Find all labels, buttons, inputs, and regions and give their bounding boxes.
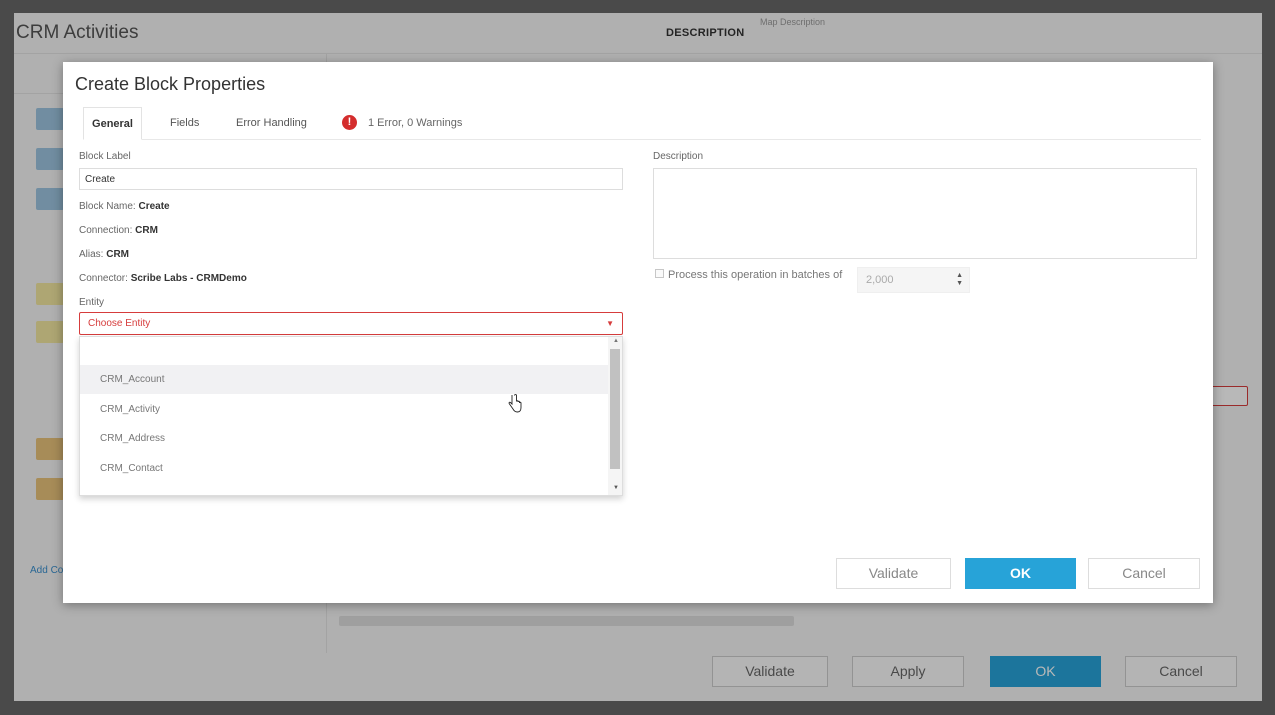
alias-label: Alias: [79,249,104,260]
block-label-input[interactable] [79,168,623,190]
batch-size-stepper[interactable]: 2,000 ▲ ▼ [857,267,970,293]
connection-row: Connection: CRM [79,225,158,236]
dialog-title: Create Block Properties [75,74,266,94]
hand-cursor-icon [508,394,522,413]
tab-error-handling[interactable]: Error Handling [236,107,307,140]
tab-bar: General Fields Error Handling ! 1 Error,… [83,107,1201,140]
validate-button[interactable]: Validate [836,558,951,589]
create-block-properties-dialog: Create Block Properties General Fields E… [63,62,1213,603]
tab-fields[interactable]: Fields [170,107,199,140]
scroll-down-icon[interactable]: ▼ [613,485,619,491]
batch-size-value: 2,000 [866,274,894,286]
connector-row: Connector: Scribe Labs - CRMDemo [79,273,247,284]
batch-label: Process this operation in batches of [668,269,843,281]
dropdown-scrollbar[interactable]: ▲ ▼ [608,337,622,495]
connector-value: Scribe Labs - CRMDemo [130,273,247,284]
connection-label: Connection: [79,225,133,236]
scroll-up-icon[interactable]: ▲ [613,338,619,344]
entity-select-placeholder: Choose Entity [88,318,151,329]
connector-label: Connector: [79,273,128,284]
chevron-down-icon: ▼ [606,319,614,328]
block-label-label: Block Label [79,151,131,162]
entity-option[interactable]: CRM_Account [80,365,608,394]
entity-option[interactable]: CRM_Address [80,424,608,453]
entity-option[interactable]: CRM_Activity [80,395,608,424]
block-name-label: Block Name: [79,201,136,212]
block-name-value: Create [138,201,170,212]
description-textarea[interactable] [653,168,1197,259]
ok-button[interactable]: OK [965,558,1076,589]
alias-row: Alias: CRM [79,249,129,260]
batch-checkbox[interactable] [655,269,664,278]
entity-option[interactable]: CRM_Contact [80,454,608,483]
entity-dropdown-list: CRM_Account CRM_Activity CRM_Address CRM… [79,336,623,496]
entity-search-input[interactable] [80,337,608,365]
error-icon: ! [342,115,357,130]
cancel-button[interactable]: Cancel [1088,558,1200,589]
tab-general[interactable]: General [83,107,142,140]
error-summary: 1 Error, 0 Warnings [368,117,463,129]
scroll-thumb[interactable] [610,349,620,469]
alias-value: CRM [106,249,130,260]
entity-label: Entity [79,297,105,308]
block-name-row: Block Name: Create [79,201,170,212]
connection-value: CRM [135,225,158,236]
stepper-arrows-icon[interactable]: ▲ ▼ [956,272,963,288]
entity-select[interactable]: Choose Entity ▼ [79,312,623,335]
description-label: Description [653,151,704,162]
